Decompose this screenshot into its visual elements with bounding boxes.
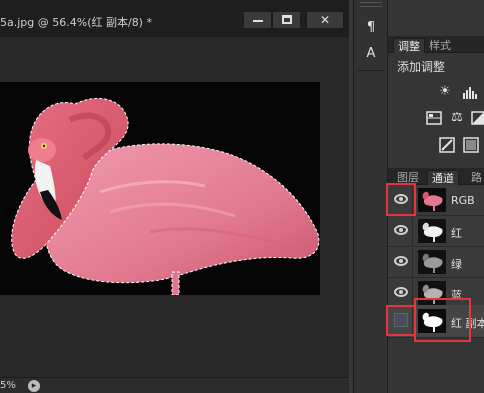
- visibility-toggle[interactable]: [389, 248, 413, 277]
- eye-icon: [394, 225, 408, 235]
- document-window: 5a.jpg @ 56.4%(红 副本/8) * ✕ 5% ▸: [0, 0, 349, 393]
- hidden-visibility-box: [394, 313, 408, 327]
- strip-divider: [358, 70, 384, 71]
- channels-panel-header: 图层 通道 路: [388, 168, 484, 185]
- gradient-map-icon[interactable]: [463, 137, 479, 153]
- channel-thumbnail: [418, 309, 446, 333]
- status-bar: 5% ▸: [0, 377, 349, 393]
- levels-icon[interactable]: [462, 84, 478, 100]
- channel-name: 红 副本: [451, 317, 484, 330]
- visibility-toggle[interactable]: [389, 306, 413, 335]
- channel-row-rgb[interactable]: RGB: [388, 185, 484, 216]
- character-icon: A: [366, 46, 376, 61]
- channel-row-red-copy[interactable]: 红 副本: [388, 305, 484, 338]
- document-titlebar[interactable]: 5a.jpg @ 56.4%(红 副本/8) * ✕: [0, 0, 349, 37]
- paragraph-icon: ¶: [366, 20, 376, 35]
- black-white-icon[interactable]: [470, 110, 484, 126]
- paragraph-panel-button[interactable]: ¶: [361, 18, 381, 38]
- collapsed-panel-strip: ¶ A: [353, 0, 388, 393]
- eye-icon: [394, 256, 408, 266]
- minimize-button[interactable]: [243, 11, 272, 29]
- channel-row-red[interactable]: 红: [388, 216, 484, 247]
- visibility-toggle[interactable]: [389, 186, 413, 215]
- minimize-icon: [253, 20, 263, 22]
- canvas-area[interactable]: [0, 37, 349, 377]
- brightness-icon[interactable]: ☀: [437, 84, 453, 100]
- close-button[interactable]: ✕: [306, 11, 344, 29]
- document-title: 5a.jpg @ 56.4%(红 副本/8) *: [0, 16, 152, 29]
- close-icon: ✕: [319, 13, 331, 27]
- visibility-toggle[interactable]: [389, 217, 413, 246]
- maximize-button[interactable]: [272, 11, 301, 29]
- tab-paths[interactable]: 路: [467, 170, 484, 185]
- eye-icon: [394, 287, 408, 297]
- tab-layers[interactable]: 图层: [393, 170, 423, 185]
- strip-grip[interactable]: [360, 2, 382, 7]
- exposure-icon[interactable]: [426, 110, 442, 126]
- panel-dock: 调整 样式 添加调整 ☀ ⚖ 图层 通道 路 RGB 红 绿 蓝 红 副本: [388, 0, 484, 393]
- image-canvas[interactable]: [0, 82, 320, 295]
- visibility-toggle[interactable]: [389, 279, 413, 308]
- flamingo-image: [11, 97, 320, 295]
- channel-row-green[interactable]: 绿: [388, 247, 484, 278]
- channel-name: RGB: [451, 194, 475, 207]
- color-balance-icon[interactable]: ⚖: [449, 110, 465, 126]
- zoom-readout[interactable]: 5%: [0, 380, 16, 391]
- channel-thumbnail: [418, 188, 446, 212]
- channel-thumbnail: [418, 250, 446, 274]
- character-panel-button[interactable]: A: [361, 44, 381, 64]
- maximize-icon: [282, 15, 292, 24]
- tab-channels[interactable]: 通道: [427, 170, 459, 185]
- channel-thumbnail: [418, 281, 446, 305]
- adjustments-panel-header: 调整 样式: [388, 36, 484, 53]
- eye-icon: [394, 194, 408, 204]
- channel-name: 蓝: [451, 289, 462, 302]
- channel-name: 绿: [451, 258, 462, 271]
- tab-styles[interactable]: 样式: [425, 38, 455, 53]
- invert-icon[interactable]: [439, 137, 455, 153]
- add-adjustment-label: 添加调整: [397, 60, 446, 74]
- tab-adjustments[interactable]: 调整: [393, 38, 425, 53]
- status-menu-icon[interactable]: ▸: [28, 380, 40, 392]
- channel-thumbnail: [418, 219, 446, 243]
- channel-name: 红: [451, 227, 462, 240]
